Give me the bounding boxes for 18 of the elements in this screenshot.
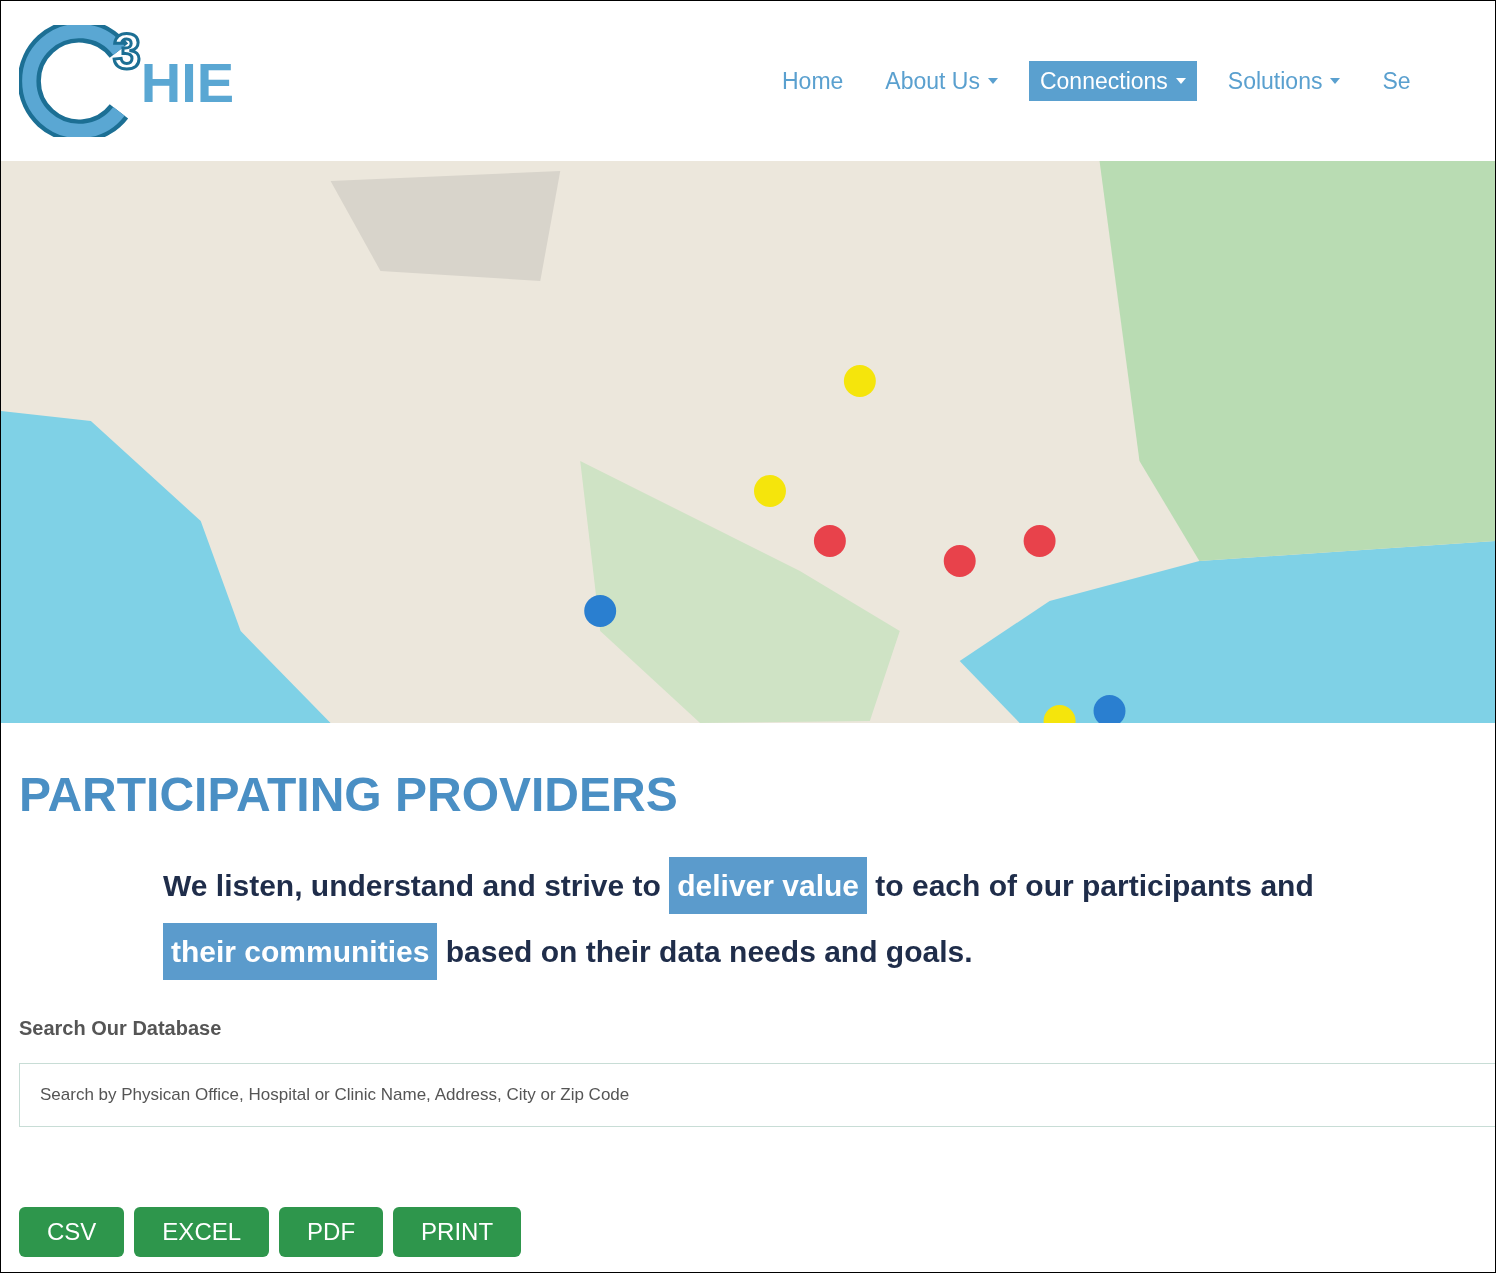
export-button[interactable]: PRINT: [393, 1207, 522, 1257]
caret-icon: [987, 78, 998, 84]
search-label: Search Our Database: [19, 1016, 223, 1041]
nav-link[interactable]: About Us: [874, 60, 1009, 102]
section-heading: PARTICIPATING PROVIDERS: [19, 771, 679, 819]
nav-link[interactable]: Se: [1371, 60, 1422, 102]
caret-icon: [1175, 78, 1186, 84]
nav-link[interactable]: Connections: [1028, 60, 1197, 102]
logo-superscript: 3: [113, 27, 141, 77]
tagline: We listen, understand and strive to deliver value to each of our participants and their communities based on their data needs and goals.: [163, 853, 1493, 985]
export-button[interactable]: PDF: [279, 1207, 384, 1257]
search-field[interactable]: Search by Physican Office, Hospital or Clinic Name, Address, City or Zip Code: [19, 1063, 1495, 1127]
export-button[interactable]: CSV: [19, 1207, 125, 1257]
nav-link[interactable]: Solutions: [1216, 60, 1352, 102]
logo-wordmark: HIE: [140, 55, 235, 111]
nav-link[interactable]: Home: [771, 60, 855, 102]
caret-icon: [1330, 78, 1341, 84]
export-button[interactable]: EXCEL: [134, 1207, 270, 1257]
